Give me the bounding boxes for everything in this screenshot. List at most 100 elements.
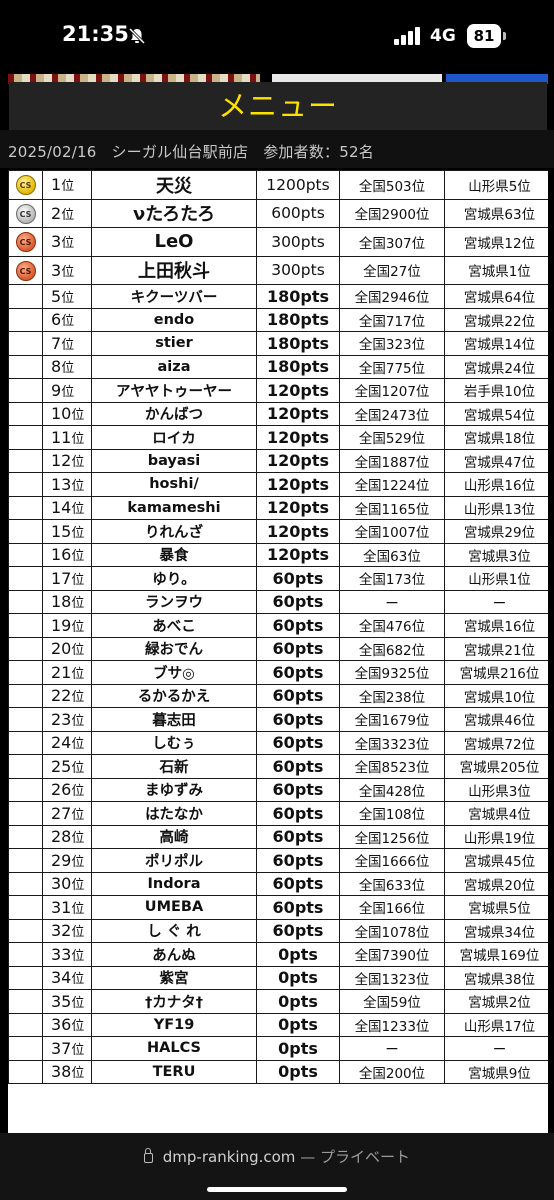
player-name[interactable]: ランヲウ xyxy=(91,589,257,614)
player-name[interactable]: endo xyxy=(91,307,257,332)
battery-cap xyxy=(503,32,506,40)
rank-number: 3 xyxy=(51,232,62,252)
player-name[interactable]: かんばつ xyxy=(91,401,257,426)
player-name[interactable]: 暮志田 xyxy=(91,707,257,732)
player-name[interactable]: bayasi xyxy=(91,448,257,473)
player-name[interactable]: し ぐ れ xyxy=(91,918,257,943)
rank-cell: 17位 xyxy=(42,566,92,591)
player-name[interactable]: 上田秋斗 xyxy=(91,255,257,285)
player-name[interactable]: 緑おでん xyxy=(91,636,257,661)
player-name[interactable]: まゆずみ xyxy=(91,777,257,802)
player-name[interactable]: 石新 xyxy=(91,754,257,779)
rank-cell: 26位 xyxy=(42,777,92,802)
ranking-table-container[interactable]: CS 1位 天災 1200pts 全国503位 山形県5位 CS 2位 νたろたろ 600pts 全… xyxy=(8,170,548,1133)
ranking-row: 6位 endo 180pts 全国717位 宮城県22位 xyxy=(8,307,548,332)
prefecture-rank: 山形県13位 xyxy=(444,495,548,520)
rank-cell: 1位 xyxy=(42,170,92,200)
rank-suffix: 位 xyxy=(61,384,75,400)
player-name[interactable]: kamameshi xyxy=(91,495,257,520)
national-rank: 全国2900位 xyxy=(339,198,445,228)
ranking-row: 34位 紫宮 0pts 全国1323位 宮城県38位 xyxy=(8,965,548,990)
badge-cell xyxy=(8,683,43,708)
player-name[interactable]: しむぅ xyxy=(91,730,257,755)
points: 60pts xyxy=(256,589,340,614)
badge-cell xyxy=(8,754,43,779)
player-name[interactable]: るかるかえ xyxy=(91,683,257,708)
player-name[interactable]: hoshi/ xyxy=(91,472,257,497)
home-indicator[interactable] xyxy=(207,1187,347,1192)
rank-number: 24 xyxy=(51,733,72,753)
rank-suffix: 位 xyxy=(71,619,85,635)
national-rank: 全国1256位 xyxy=(339,824,445,849)
badge-cell: CS xyxy=(8,255,43,285)
player-name[interactable]: LeO xyxy=(91,227,257,257)
player-name[interactable]: 暴食 xyxy=(91,542,257,567)
url-bar[interactable]: dmp-ranking.com — プライベート xyxy=(0,1146,554,1167)
national-rank: 全国1323位 xyxy=(339,965,445,990)
player-name[interactable]: †カナタ† xyxy=(91,989,257,1014)
player-name[interactable]: ゆり。 xyxy=(91,566,257,591)
ranking-row: 24位 しむぅ 60pts 全国3323位 宮城県72位 xyxy=(8,730,548,755)
event-participants: 参加者数：52名 xyxy=(263,143,374,161)
ranking-row: CS 2位 νたろたろ 600pts 全国2900位 宮城県63位 xyxy=(8,198,548,228)
ranking-row: 5位 キクーツバー 180pts 全国2946位 宮城県64位 xyxy=(8,284,548,309)
player-name[interactable]: ポリポル xyxy=(91,848,257,873)
prefecture-rank: 宮城県21位 xyxy=(444,636,548,661)
player-name[interactable]: あんぬ xyxy=(91,942,257,967)
national-rank: 全国7390位 xyxy=(339,942,445,967)
player-name[interactable]: νたろたろ xyxy=(91,198,257,228)
prefecture-rank: 宮城県38位 xyxy=(444,965,548,990)
national-rank: 全国200位 xyxy=(339,1059,445,1084)
player-name[interactable]: ロイカ xyxy=(91,425,257,450)
player-name[interactable]: 天災 xyxy=(91,170,257,200)
rank-suffix: 位 xyxy=(71,878,85,894)
rank-suffix: 位 xyxy=(71,455,85,471)
rank-number: 2 xyxy=(51,203,62,223)
player-name[interactable]: あべこ xyxy=(91,613,257,638)
ranking-row: 20位 緑おでん 60pts 全国682位 宮城県21位 xyxy=(8,636,548,661)
prefecture-rank: 山形県5位 xyxy=(444,170,548,200)
points: 120pts xyxy=(256,472,340,497)
national-rank: 全国1007位 xyxy=(339,519,445,544)
player-name[interactable]: aiza xyxy=(91,354,257,379)
rank-number: 33 xyxy=(51,944,72,964)
rank-number: 31 xyxy=(51,897,72,917)
player-name[interactable]: アヤヤトゥーヤー xyxy=(91,378,257,403)
prefecture-rank: 宮城県72位 xyxy=(444,730,548,755)
player-name[interactable]: ブサ◎ xyxy=(91,660,257,685)
rank-number: 32 xyxy=(51,921,72,941)
rank-number: 35 xyxy=(51,991,72,1011)
player-name[interactable]: Indora xyxy=(91,871,257,896)
points: 60pts xyxy=(256,636,340,661)
player-name[interactable]: 高崎 xyxy=(91,824,257,849)
points: 120pts xyxy=(256,519,340,544)
badge-cell xyxy=(8,801,43,826)
url-text[interactable]: dmp-ranking.com xyxy=(163,1148,296,1166)
cs-bronze-badge-icon: CS xyxy=(15,232,36,252)
national-rank: 全国1679位 xyxy=(339,707,445,732)
ranking-row: CS 3位 LeO 300pts 全国307位 宮城県12位 xyxy=(8,227,548,257)
rank-cell: 35位 xyxy=(42,989,92,1014)
player-name[interactable]: TERU xyxy=(91,1059,257,1084)
rank-suffix: 位 xyxy=(71,901,85,917)
battery-icon: 81 xyxy=(467,24,501,48)
player-name[interactable]: キクーツバー xyxy=(91,284,257,309)
rank-suffix: 位 xyxy=(61,207,75,223)
player-name[interactable]: はたなか xyxy=(91,801,257,826)
national-rank: 全国307位 xyxy=(339,227,445,257)
player-name[interactable]: UMEBA xyxy=(91,895,257,920)
badge-cell xyxy=(8,636,43,661)
rank-suffix: 位 xyxy=(71,525,85,541)
player-name[interactable]: stier xyxy=(91,331,257,356)
clock-time: 21:35 xyxy=(62,22,129,46)
player-name[interactable]: YF19 xyxy=(91,1012,257,1037)
menu-title[interactable]: メニュー xyxy=(9,82,547,130)
player-name[interactable]: HALCS xyxy=(91,1036,257,1061)
prefecture-rank: 宮城県205位 xyxy=(444,754,548,779)
rank-cell: 38位 xyxy=(42,1059,92,1084)
points: 180pts xyxy=(256,331,340,356)
ranking-row: 25位 石新 60pts 全国8523位 宮城県205位 xyxy=(8,754,548,779)
menu-bar[interactable]: メニュー xyxy=(9,82,547,130)
player-name[interactable]: 紫宮 xyxy=(91,965,257,990)
player-name[interactable]: りれんざ xyxy=(91,519,257,544)
